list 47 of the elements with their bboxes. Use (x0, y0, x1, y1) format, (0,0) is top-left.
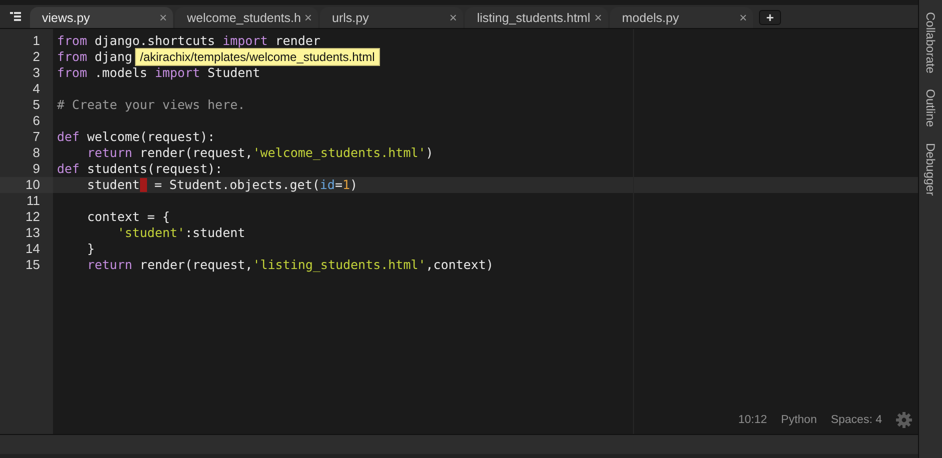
settings-icon[interactable] (896, 412, 912, 428)
line-number: 1 (32, 33, 41, 49)
line-number: 13 (24, 225, 41, 241)
new-tab-button[interactable]: + (759, 10, 781, 25)
code-line: def students(request): (57, 161, 223, 176)
code-line: from django.shortcuts import render (57, 33, 320, 48)
line-number: 7 (32, 129, 41, 145)
line-number: 14 (24, 241, 41, 257)
code-line: return render(request,'welcome_students.html') (86, 145, 434, 160)
editor-tab[interactable]: welcome_students.h × (175, 7, 318, 28)
code-line: # Create your views here. (57, 97, 246, 112)
code-line: } (86, 241, 95, 256)
close-icon[interactable]: × (594, 10, 602, 25)
editor-tab[interactable]: urls.py × (320, 7, 463, 28)
line-number: 9 (32, 161, 41, 177)
line-number: 15 (24, 257, 41, 273)
line-number: 5 (32, 97, 41, 113)
line-number: 3 (32, 65, 41, 81)
line-number: 10 (0, 177, 53, 193)
side-panel-tab[interactable]: Collaborate (924, 12, 938, 74)
close-icon[interactable]: × (304, 10, 312, 25)
line-number: 8 (32, 145, 41, 161)
code-line: from .models import Student (57, 65, 260, 80)
code-line: return render(request,'listing_students.html',context) (86, 257, 494, 272)
cursor-position: 10:12 (738, 414, 768, 426)
language-mode[interactable]: Python (781, 414, 817, 426)
editor-tab[interactable]: models.py × (610, 7, 753, 28)
close-icon[interactable]: × (449, 10, 457, 25)
file-path-tooltip: /akirachix/templates/welcome_students.html (135, 48, 380, 66)
line-number: 12 (24, 209, 41, 225)
line-number: 11 (26, 193, 41, 209)
line-number: 2 (32, 49, 41, 65)
editor-tab[interactable]: views.py × (30, 7, 173, 28)
code-line: 'student':student (116, 225, 246, 240)
side-panel-tab[interactable]: Outline (924, 89, 938, 128)
close-icon[interactable]: × (159, 10, 167, 25)
close-icon[interactable]: × (739, 10, 747, 25)
indentation-setting[interactable]: Spaces: 4 (830, 414, 882, 426)
list-icon (10, 12, 20, 21)
side-panel-tab[interactable]: Debugger (924, 143, 938, 196)
code-line: from djang (57, 49, 132, 64)
code-line: def welcome(request): (57, 129, 216, 144)
line-number: 6 (32, 113, 41, 129)
code-line: context = { (86, 209, 170, 224)
line-number: 4 (32, 81, 41, 97)
editor-tab[interactable]: listing_students.html × (465, 7, 608, 28)
code-line: student = Student.objects.get(id=1) (86, 177, 358, 192)
